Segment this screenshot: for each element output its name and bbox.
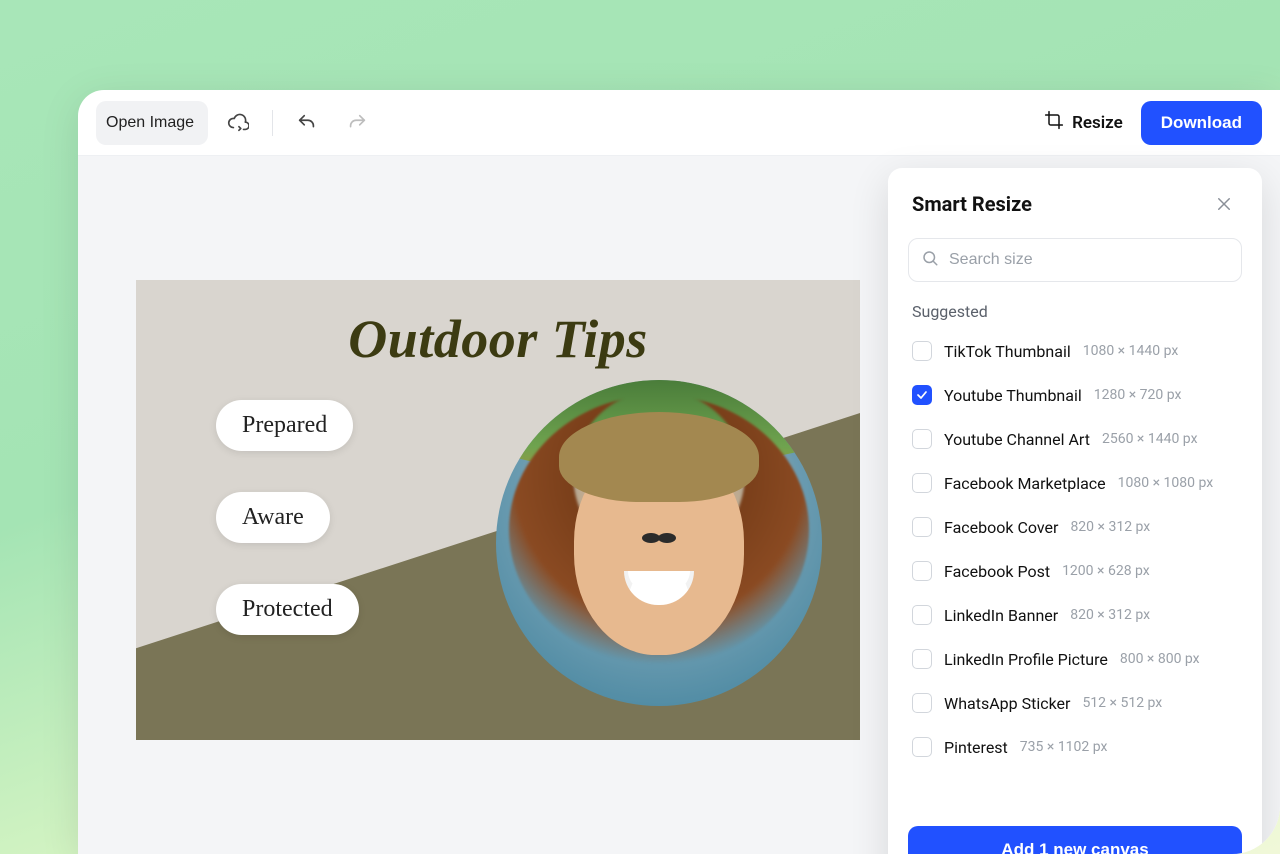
- checkbox-icon: [912, 649, 932, 669]
- size-option-dims: 2560 × 1440 px: [1102, 431, 1198, 447]
- size-option[interactable]: LinkedIn Profile Picture 800 × 800 px: [898, 637, 1254, 681]
- suggested-label: Suggested: [888, 292, 1262, 327]
- checkbox-icon: [912, 693, 932, 713]
- open-image-label: Open Image: [106, 114, 194, 132]
- size-option-name: Pinterest: [944, 738, 1008, 757]
- checkbox-icon: [912, 517, 932, 537]
- smart-resize-panel: Smart Resize Suggested TikTok Thumbnail 1…: [888, 168, 1262, 854]
- checkbox-icon: [912, 473, 932, 493]
- checkbox-icon: [912, 737, 932, 757]
- size-option-dims: 735 × 1102 px: [1020, 739, 1108, 755]
- size-option-dims: 1280 × 720 px: [1094, 387, 1182, 403]
- checkbox-icon: [912, 341, 932, 361]
- download-button[interactable]: Download: [1141, 101, 1262, 145]
- size-option[interactable]: WhatsApp Sticker 512 × 512 px: [898, 681, 1254, 725]
- canvas-title: Outdoor Tips: [136, 308, 860, 370]
- size-option[interactable]: TikTok Thumbnail 1080 × 1440 px: [898, 329, 1254, 373]
- size-option-name: LinkedIn Profile Picture: [944, 650, 1108, 669]
- toolbar: Open Image Resize Download: [78, 90, 1280, 156]
- size-option-name: Facebook Post: [944, 562, 1050, 581]
- size-option-dims: 1200 × 628 px: [1062, 563, 1150, 579]
- search-icon: [921, 249, 939, 271]
- size-option-dims: 1080 × 1440 px: [1083, 343, 1179, 359]
- size-option-name: Youtube Channel Art: [944, 430, 1090, 449]
- size-option-dims: 512 × 512 px: [1082, 695, 1162, 711]
- size-option-name: TikTok Thumbnail: [944, 342, 1071, 361]
- resize-label: Resize: [1072, 113, 1123, 133]
- size-option-name: LinkedIn Banner: [944, 606, 1058, 625]
- search-input[interactable]: [949, 251, 1229, 269]
- checkbox-icon: [912, 429, 932, 449]
- app-window: Open Image Resize Download: [78, 90, 1280, 854]
- canvas-pill-1: Prepared: [216, 400, 353, 451]
- crop-icon: [1044, 110, 1064, 135]
- size-option[interactable]: Facebook Cover 820 × 312 px: [898, 505, 1254, 549]
- size-option[interactable]: LinkedIn Banner 820 × 312 px: [898, 593, 1254, 637]
- canvas-pill-2: Aware: [216, 492, 330, 543]
- size-options-list: TikTok Thumbnail 1080 × 1440 px Youtube Th…: [888, 327, 1262, 814]
- panel-title: Smart Resize: [912, 192, 1032, 216]
- checkbox-icon: [912, 385, 932, 405]
- size-option[interactable]: Facebook Marketplace 1080 × 1080 px: [898, 461, 1254, 505]
- checkbox-icon: [912, 561, 932, 581]
- search-size-field[interactable]: [908, 238, 1242, 282]
- toolbar-separator: [272, 110, 273, 136]
- page-frame: Open Image Resize Download: [0, 0, 1280, 854]
- add-canvas-button[interactable]: Add 1 new canvas: [908, 826, 1242, 854]
- size-option-name: WhatsApp Sticker: [944, 694, 1070, 713]
- size-option[interactable]: Pinterest 735 × 1102 px: [898, 725, 1254, 769]
- redo-icon[interactable]: [337, 103, 377, 143]
- cloud-sync-icon[interactable]: [218, 103, 258, 143]
- size-option-name: Youtube Thumbnail: [944, 386, 1082, 405]
- size-option-name: Facebook Marketplace: [944, 474, 1106, 493]
- design-canvas[interactable]: Outdoor Tips Prepared Aware Protected: [136, 280, 860, 740]
- size-option-name: Facebook Cover: [944, 518, 1058, 537]
- canvas-area: Outdoor Tips Prepared Aware Protected Sm…: [78, 156, 1280, 854]
- size-option[interactable]: Facebook Post 1200 × 628 px: [898, 549, 1254, 593]
- checkbox-icon: [912, 605, 932, 625]
- canvas-pill-3: Protected: [216, 584, 359, 635]
- size-option[interactable]: Youtube Channel Art 2560 × 1440 px: [898, 417, 1254, 461]
- size-option-dims: 800 × 800 px: [1120, 651, 1200, 667]
- canvas-photo: [496, 380, 822, 706]
- undo-icon[interactable]: [287, 103, 327, 143]
- resize-button[interactable]: Resize: [1036, 100, 1131, 145]
- add-canvas-label: Add 1 new canvas: [1001, 840, 1148, 854]
- open-image-button[interactable]: Open Image: [96, 101, 208, 145]
- size-option-dims: 820 × 312 px: [1070, 519, 1150, 535]
- size-option-dims: 820 × 312 px: [1070, 607, 1150, 623]
- download-label: Download: [1161, 113, 1242, 132]
- size-option[interactable]: Youtube Thumbnail 1280 × 720 px: [898, 373, 1254, 417]
- size-option-dims: 1080 × 1080 px: [1118, 475, 1214, 491]
- close-icon[interactable]: [1210, 190, 1238, 218]
- panel-header: Smart Resize: [888, 168, 1262, 232]
